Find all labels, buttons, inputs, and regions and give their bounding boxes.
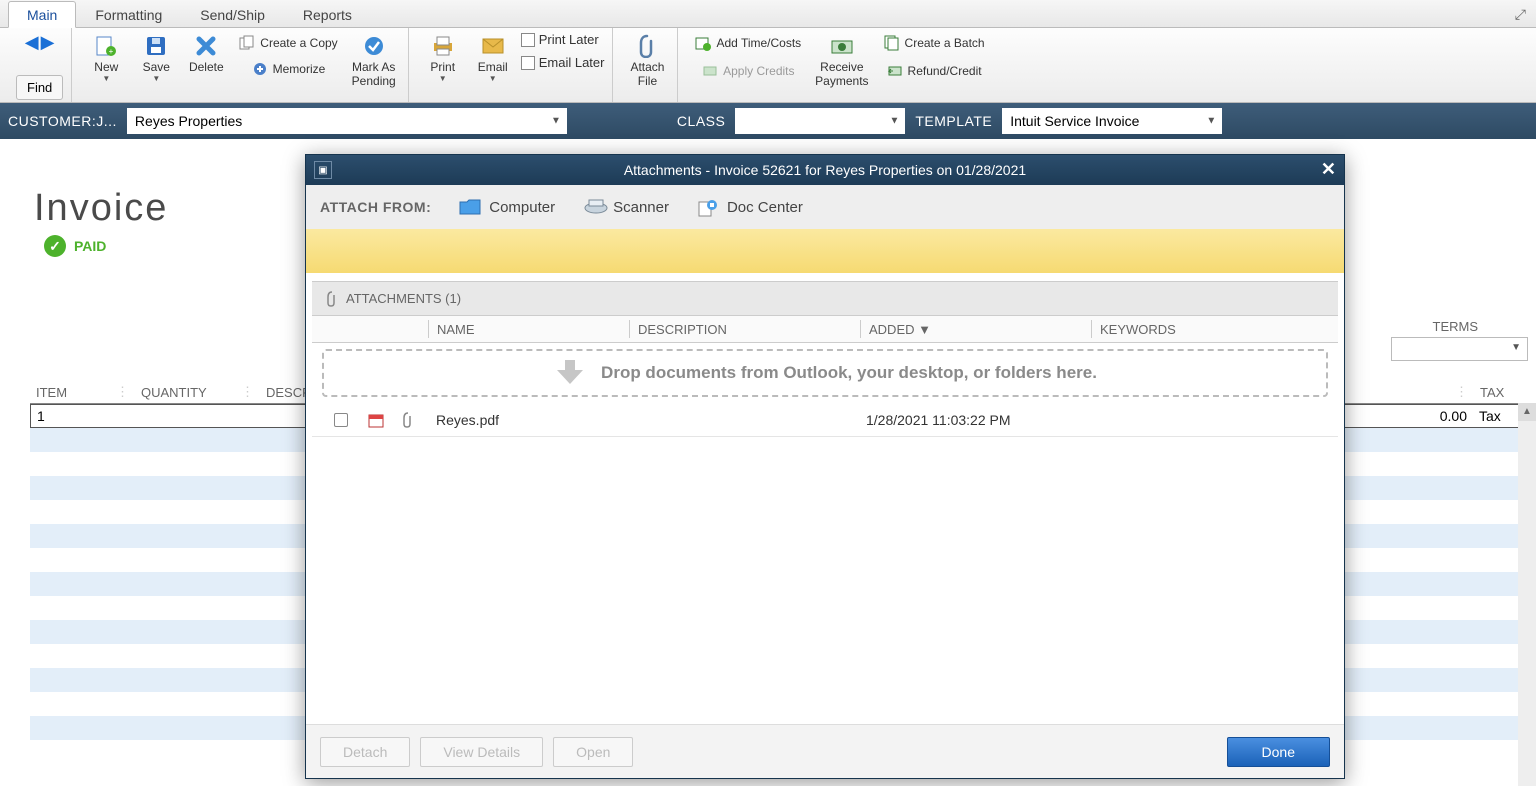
- detach-button: Detach: [320, 737, 410, 767]
- pin-icon[interactable]: ▣: [314, 161, 332, 179]
- pending-icon: [362, 34, 386, 58]
- paperclip-icon: [326, 291, 338, 307]
- refund-icon: [886, 62, 904, 80]
- col-item: ITEM: [30, 385, 110, 400]
- receive-payments-button[interactable]: Receive Payments: [811, 32, 872, 91]
- new-button[interactable]: + New▼: [84, 32, 128, 86]
- check-icon: ✓: [44, 235, 66, 257]
- tab-formatting[interactable]: Formatting: [76, 1, 181, 27]
- drop-zone[interactable]: Drop documents from Outlook, your deskto…: [322, 349, 1328, 397]
- print-later-checkbox[interactable]: Print Later: [521, 32, 605, 47]
- ribbon: ◀ ▶ Find + New▼ Save▼ Delete Create a Co…: [0, 28, 1536, 103]
- terms-select[interactable]: ▼: [1391, 337, 1528, 361]
- attachment-row[interactable]: Reyes.pdf 1/28/2021 11:03:22 PM: [312, 403, 1338, 437]
- add-time-costs-button[interactable]: Add Time/Costs: [690, 32, 805, 54]
- dialog-titlebar: ▣ Attachments - Invoice 52621 for Reyes …: [306, 155, 1344, 185]
- customer-class-bar: CUSTOMER:J... Reyes Properties▼ CLASS ▼ …: [0, 103, 1536, 139]
- receive-payments-icon: [830, 34, 854, 58]
- scrollbar[interactable]: ▲: [1518, 403, 1536, 786]
- find-button[interactable]: Find: [16, 75, 63, 100]
- attach-scanner-button[interactable]: Scanner: [583, 198, 669, 216]
- ribbon-tabs: Main Formatting Send/Ship Reports ⤢: [0, 0, 1536, 28]
- file-added: 1/28/2021 11:03:22 PM: [858, 412, 1088, 428]
- col-keywords[interactable]: KEYWORDS: [1092, 322, 1338, 337]
- class-label: CLASS: [677, 113, 725, 129]
- dialog-footer: Detach View Details Open Done: [306, 724, 1344, 778]
- tab-main[interactable]: Main: [8, 1, 76, 28]
- time-costs-icon: [694, 34, 712, 52]
- customer-select[interactable]: Reyes Properties▼: [127, 108, 567, 134]
- dialog-title: Attachments - Invoice 52621 for Reyes Pr…: [624, 162, 1026, 178]
- attachments-section-header: ATTACHMENTS (1): [312, 281, 1338, 315]
- credits-icon: [701, 62, 719, 80]
- message-band: [306, 229, 1344, 273]
- email-icon: [481, 34, 505, 58]
- folder-icon: [459, 198, 481, 216]
- terms-label: TERMS: [1433, 319, 1479, 334]
- template-select[interactable]: Intuit Service Invoice▼: [1002, 108, 1222, 134]
- attachments-column-header: NAME DESCRIPTION ADDED ▼ KEYWORDS: [312, 315, 1338, 343]
- row-checkbox[interactable]: [334, 413, 348, 427]
- window-resize-icon[interactable]: ⤢: [1515, 6, 1526, 23]
- nav-next-icon[interactable]: ▶: [41, 32, 55, 53]
- attach-computer-button[interactable]: Computer: [459, 198, 555, 216]
- file-name: Reyes.pdf: [428, 412, 628, 428]
- paperclip-icon: [635, 34, 659, 58]
- tab-reports[interactable]: Reports: [284, 1, 371, 27]
- batch-icon: [883, 34, 901, 52]
- attach-file-button[interactable]: Attach File: [625, 32, 669, 91]
- new-icon: +: [94, 34, 118, 58]
- refund-credit-button[interactable]: Refund/Credit: [879, 60, 989, 82]
- tab-send-ship[interactable]: Send/Ship: [181, 1, 284, 27]
- paid-badge: ✓ PAID: [44, 235, 106, 257]
- save-icon: [144, 34, 168, 58]
- calendar-icon: [360, 412, 394, 428]
- done-button[interactable]: Done: [1227, 737, 1330, 767]
- attach-from-bar: ATTACH FROM: Computer Scanner Doc Center: [306, 185, 1344, 229]
- nav-prev-icon[interactable]: ◀: [25, 32, 39, 53]
- create-batch-button[interactable]: Create a Batch: [879, 32, 989, 54]
- create-copy-button[interactable]: Create a Copy: [234, 32, 341, 54]
- col-added[interactable]: ADDED ▼: [861, 322, 1091, 337]
- col-tax: TAX: [1474, 385, 1528, 400]
- scroll-up-icon[interactable]: ▲: [1518, 403, 1536, 421]
- copy-icon: [238, 34, 256, 52]
- print-icon: [431, 34, 455, 58]
- class-select[interactable]: ▼: [735, 108, 905, 134]
- memorize-button[interactable]: Memorize: [234, 58, 341, 80]
- page-title: Invoice: [34, 187, 168, 230]
- paperclip-icon: [394, 412, 428, 428]
- memorize-icon: [251, 60, 269, 78]
- scanner-icon: [583, 198, 605, 216]
- template-label: TEMPLATE: [915, 113, 992, 129]
- print-button[interactable]: Print▼: [421, 32, 465, 86]
- attach-from-label: ATTACH FROM:: [320, 199, 431, 215]
- email-button[interactable]: Email▼: [471, 32, 515, 86]
- delete-icon: [194, 34, 218, 58]
- col-quantity: QUANTITY: [135, 385, 235, 400]
- attachments-dialog: ▣ Attachments - Invoice 52621 for Reyes …: [305, 154, 1345, 779]
- svg-text:+: +: [109, 47, 114, 56]
- apply-credits-button: Apply Credits: [690, 60, 805, 82]
- email-later-checkbox[interactable]: Email Later: [521, 55, 605, 70]
- col-name[interactable]: NAME: [429, 322, 629, 337]
- close-icon[interactable]: ✕: [1321, 159, 1336, 180]
- open-button: Open: [553, 737, 633, 767]
- attach-doc-center-button[interactable]: Doc Center: [697, 198, 803, 216]
- view-details-button: View Details: [420, 737, 543, 767]
- mark-pending-button[interactable]: Mark As Pending: [348, 32, 400, 91]
- customer-label: CUSTOMER:J...: [8, 113, 117, 129]
- download-arrow-icon: [553, 358, 587, 388]
- delete-button[interactable]: Delete: [184, 32, 228, 76]
- save-button[interactable]: Save▼: [134, 32, 178, 86]
- doc-center-icon: [697, 198, 719, 216]
- col-description[interactable]: DESCRIPTION: [630, 322, 860, 337]
